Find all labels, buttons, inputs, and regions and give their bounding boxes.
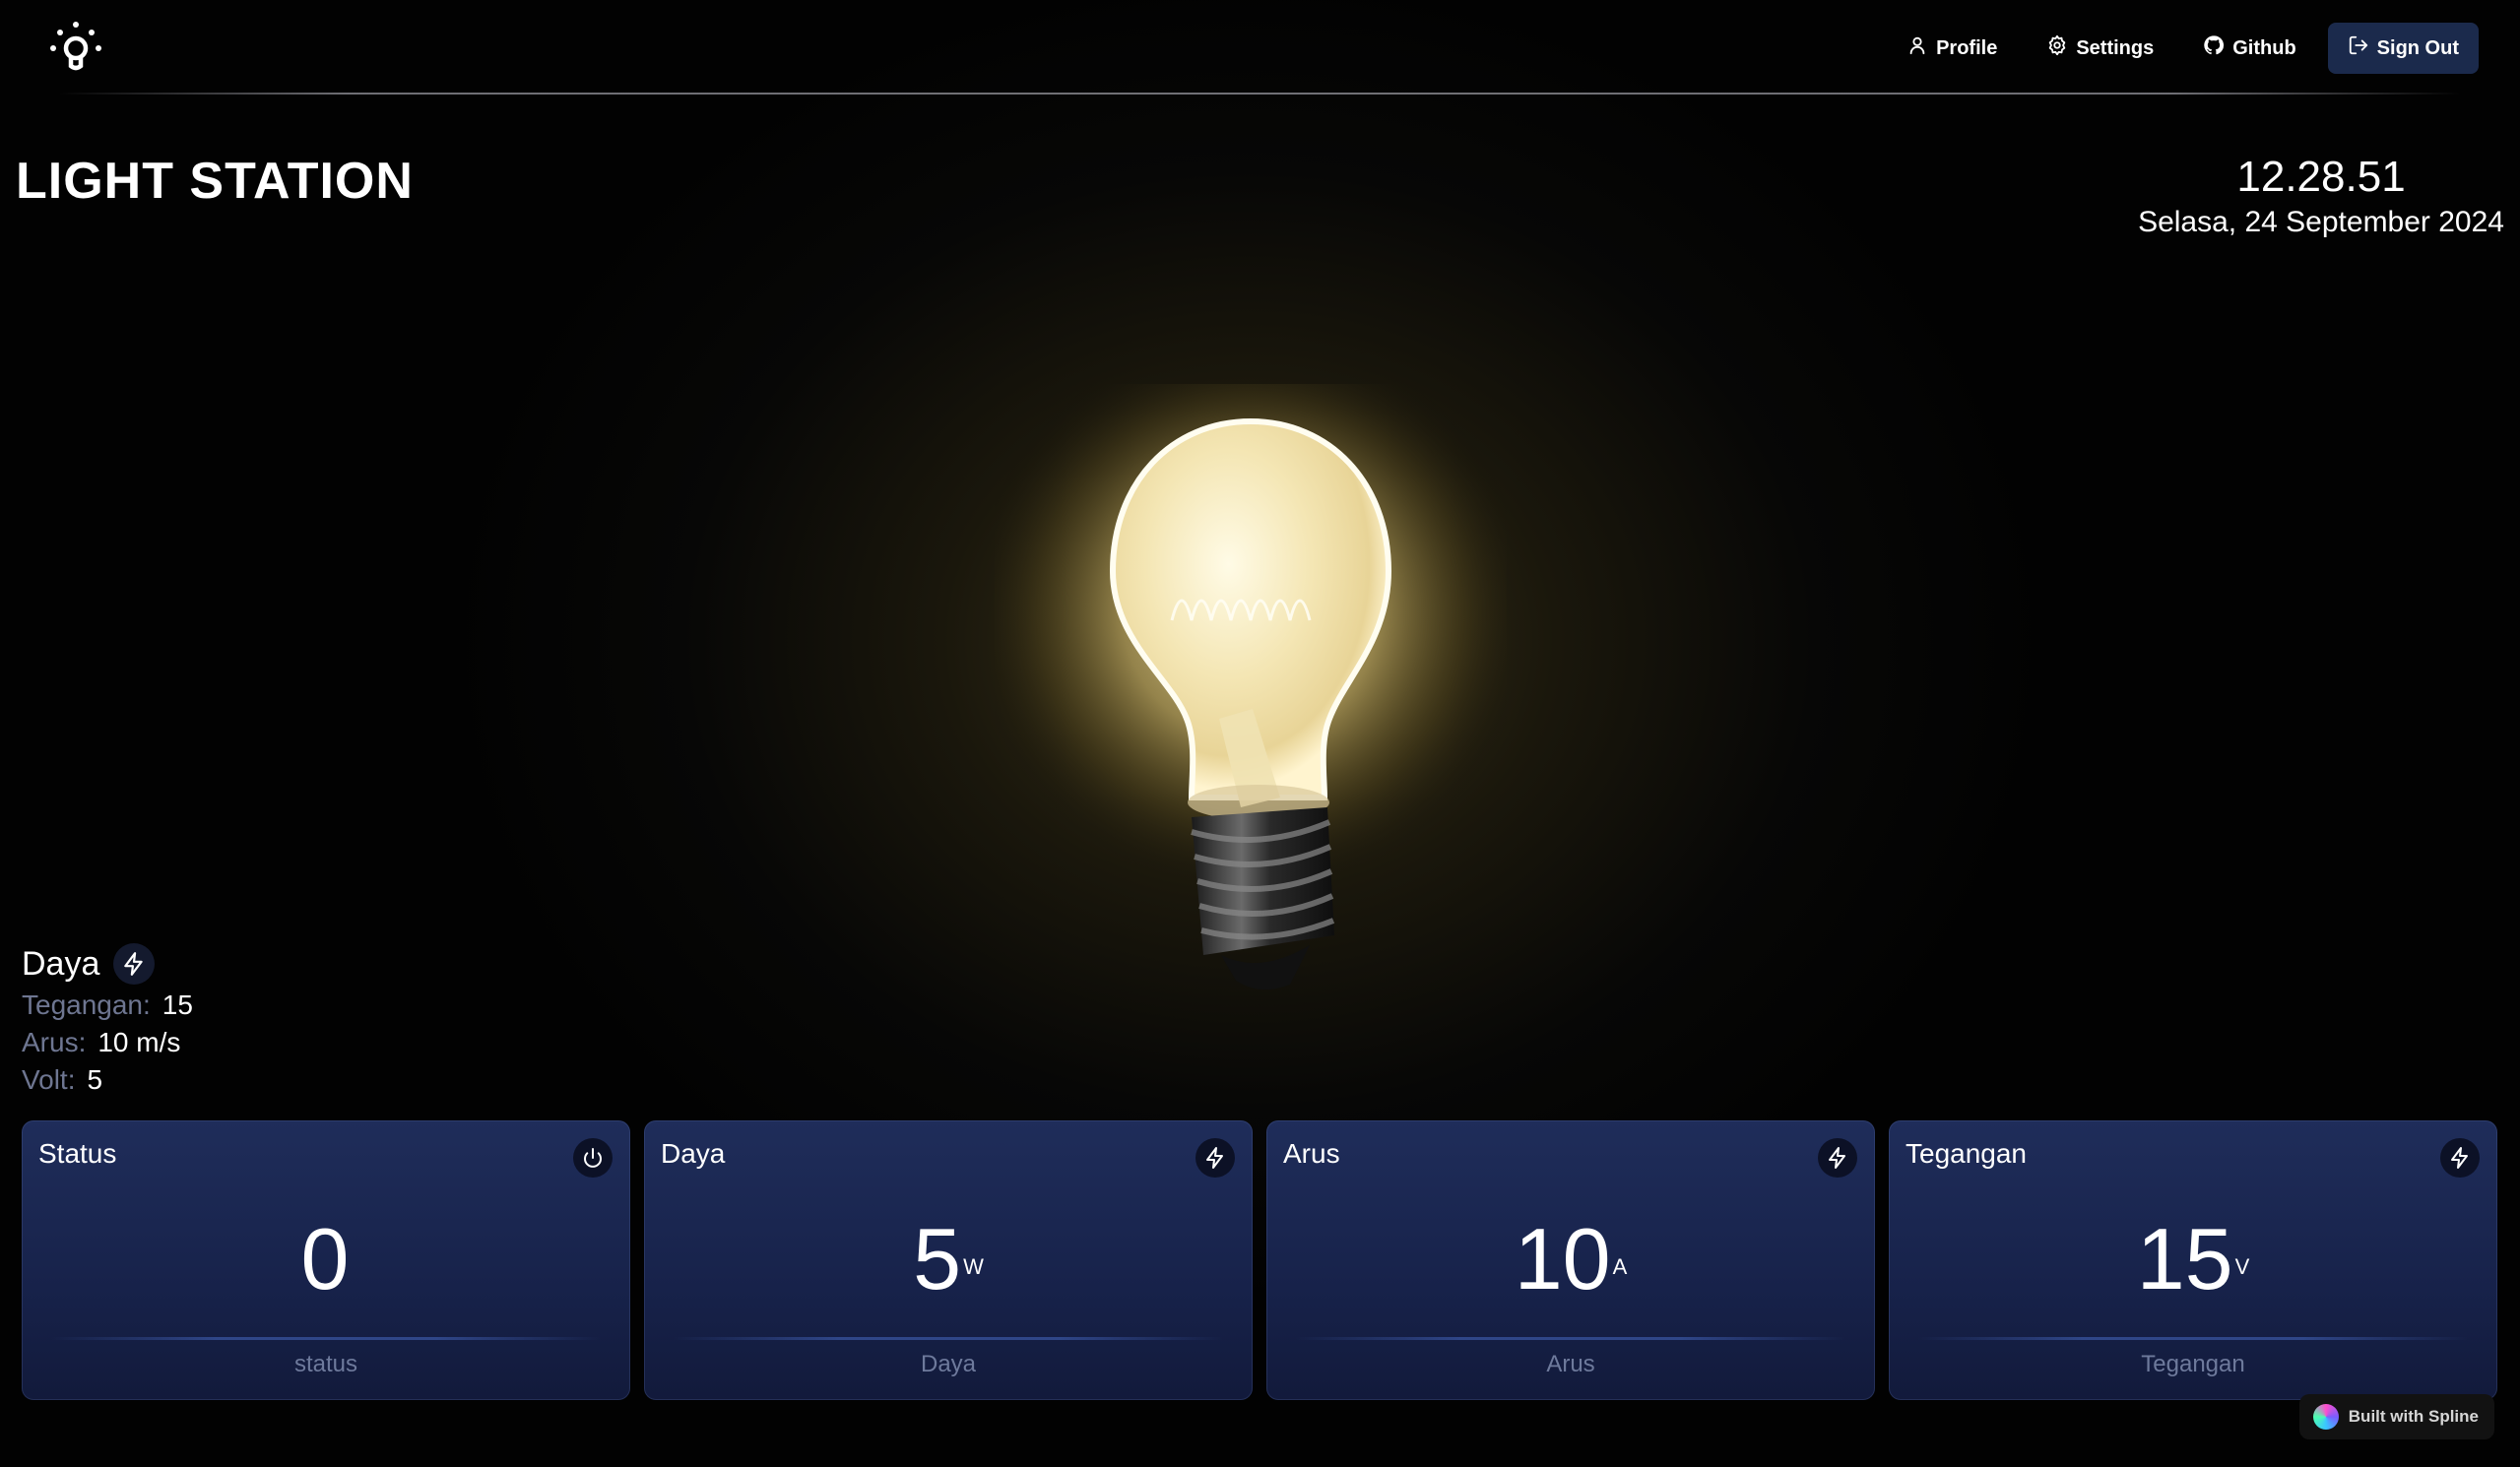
card-value: 5W <box>913 1210 984 1308</box>
bolt-icon <box>1195 1138 1235 1178</box>
sign-out-label: Sign Out <box>2376 36 2459 59</box>
bolt-icon <box>113 943 156 985</box>
clock-time: 12.28.51 <box>2236 153 2406 201</box>
settings-label: Settings <box>2076 36 2155 59</box>
card-footer: status <box>293 1351 358 1377</box>
info-row: Volt: 5 <box>22 1061 193 1099</box>
info-value: 10 m/s <box>97 1027 181 1057</box>
clock: 12.28.51 Selasa, 24 September 2024 <box>2138 152 2504 242</box>
settings-button[interactable]: Settings <box>2029 23 2171 74</box>
card-value: 0 <box>300 1210 350 1308</box>
stat-cards: Status 0 status Daya 5W Daya Arus 10A Ar… <box>22 1120 2497 1400</box>
card-title: Tegangan <box>1906 1138 2028 1169</box>
profile-button[interactable]: Profile <box>1889 23 2015 74</box>
power-icon <box>573 1138 613 1178</box>
status-card[interactable]: Status 0 status <box>22 1120 630 1400</box>
card-divider <box>1296 1337 1845 1340</box>
card-footer: Arus <box>1546 1351 1595 1377</box>
profile-label: Profile <box>1936 36 1998 59</box>
arus-card[interactable]: Arus 10A Arus <box>1266 1120 1875 1400</box>
sign-out-icon <box>2348 34 2369 62</box>
info-panel: Daya Tegangan: 15 Arus: 10 m/s Volt: 5 <box>22 941 193 1099</box>
spline-badge-label: Built with Spline <box>2348 1407 2479 1426</box>
info-heading: Daya <box>22 945 100 983</box>
sign-out-button[interactable]: Sign Out <box>2327 23 2479 74</box>
card-divider <box>51 1337 601 1340</box>
user-icon <box>1906 34 1928 62</box>
gear-icon <box>2046 34 2068 62</box>
card-value: 10A <box>1514 1210 1628 1308</box>
card-divider <box>1918 1337 2468 1340</box>
top-nav: Profile Settings Github Sign Out <box>1889 23 2479 74</box>
card-divider <box>674 1337 1223 1340</box>
info-key: Arus: <box>22 1027 87 1057</box>
info-value: 5 <box>87 1064 103 1095</box>
app-root: Profile Settings Github Sign Out LIGHT S… <box>0 0 2520 1467</box>
light-bulb-3d-scene[interactable] <box>965 325 1536 1053</box>
info-row: Tegangan: 15 <box>22 987 193 1024</box>
header-divider <box>59 93 2461 95</box>
tegangan-card[interactable]: Tegangan 15V Tegangan <box>1889 1120 2497 1400</box>
github-button[interactable]: Github <box>2185 23 2313 74</box>
github-icon <box>2203 34 2225 62</box>
card-value: 15V <box>2136 1210 2250 1308</box>
clock-date: Selasa, 24 September 2024 <box>2138 206 2504 238</box>
card-footer: Daya <box>920 1351 977 1377</box>
card-title: Arus <box>1283 1138 1340 1169</box>
info-value: 15 <box>162 989 193 1020</box>
info-key: Tegangan: <box>22 989 151 1020</box>
bolt-icon <box>1818 1138 1857 1178</box>
built-with-spline-badge[interactable]: Built with Spline <box>2298 1394 2494 1439</box>
daya-card[interactable]: Daya 5W Daya <box>644 1120 1253 1400</box>
card-title: Status <box>38 1138 117 1169</box>
info-row: Arus: 10 m/s <box>22 1024 193 1061</box>
github-label: Github <box>2232 36 2296 59</box>
lightbulb-logo-icon[interactable] <box>43 18 108 83</box>
card-title: Daya <box>661 1138 726 1169</box>
bolt-icon <box>2440 1138 2480 1178</box>
info-key: Volt: <box>22 1064 76 1095</box>
page-title: LIGHT STATION <box>16 153 414 210</box>
spline-logo-icon <box>2312 1404 2339 1430</box>
card-footer: Tegangan <box>2141 1351 2245 1377</box>
